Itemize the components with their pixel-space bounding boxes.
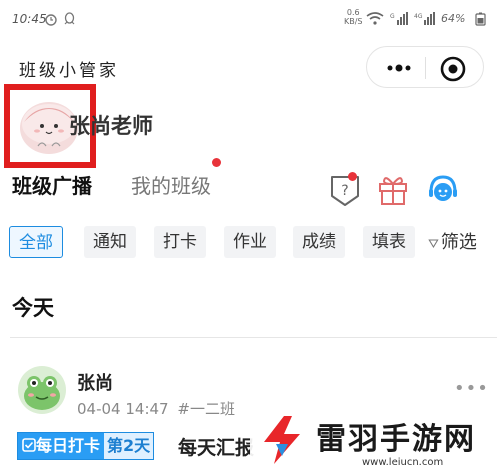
frog-avatar-illustration <box>24 376 60 410</box>
section-divider <box>10 337 497 338</box>
my-class-notification-dot <box>212 158 221 167</box>
filter-chip-form[interactable]: 填表 <box>363 226 415 258</box>
tag-day-count: 第2天 <box>104 433 154 459</box>
tab-class-broadcast[interactable]: 班级广播 <box>12 170 92 199</box>
signal-icon: G <box>390 12 408 25</box>
post-date: 04-04 14:47 <box>77 400 169 418</box>
watermark-logo-icon <box>264 416 300 464</box>
signal-4g-icon: 4G <box>414 12 435 25</box>
tag-daily-checkin: 每日打卡 <box>18 433 104 459</box>
checkbox-icon <box>22 438 36 452</box>
filter-chip-notice[interactable]: 通知 <box>84 226 136 258</box>
funnel-icon: ⛛ <box>428 237 439 252</box>
filter-chip-grades[interactable]: 成绩 <box>293 226 345 258</box>
filter-chip-checkin[interactable]: 打卡 <box>154 226 206 258</box>
post-more-icon[interactable]: ••• <box>454 378 489 399</box>
qq-icon <box>64 12 75 25</box>
mini-program-capsule <box>366 46 484 88</box>
status-bar: 10:45 0.6 KB/S G 4G 64% <box>0 0 497 40</box>
post-title[interactable]: 每天汇报 <box>178 433 254 460</box>
post-tag: 每日打卡 第2天 <box>17 432 155 460</box>
filter-chip-homework[interactable]: 作业 <box>224 226 276 258</box>
tab-my-class[interactable]: 我的班级 <box>131 170 211 199</box>
site-watermark: 雷羽手游网 www.leiucn.com <box>250 408 497 473</box>
alarm-icon <box>45 14 57 26</box>
svg-text:4G: 4G <box>414 13 423 20</box>
filter-button[interactable]: ⛛ 筛选 <box>428 228 477 254</box>
battery-percentage: 64% <box>441 12 466 25</box>
battery-icon <box>475 12 486 26</box>
svg-text:G: G <box>390 13 395 20</box>
post-class[interactable]: #一二班 <box>177 400 235 418</box>
app-title: 班级小管家 <box>19 61 119 81</box>
customer-service-icon[interactable] <box>426 172 460 208</box>
teacher-name: 张尚老师 <box>69 114 153 138</box>
watermark-url: www.leiucn.com <box>362 457 444 468</box>
post-meta: 04-04 14:47 #一二班 <box>77 398 235 419</box>
capsule-divider <box>425 57 426 79</box>
status-time: 10:45 <box>12 12 47 26</box>
wifi-icon <box>366 12 384 25</box>
filter-row: 全部 通知 打卡 作业 成绩 填表 ⛛ 筛选 <box>0 226 497 260</box>
target-close-icon[interactable] <box>439 55 467 83</box>
help-notification-dot <box>348 172 357 181</box>
gift-icon[interactable] <box>376 172 410 208</box>
more-dots-icon[interactable] <box>379 53 419 83</box>
filter-label: 筛选 <box>440 232 477 253</box>
post-author-avatar[interactable] <box>18 366 66 414</box>
filter-chip-all[interactable]: 全部 <box>9 226 63 258</box>
network-speed: 0.6 KB/S <box>344 8 363 26</box>
help-shield-label: ? <box>341 183 348 199</box>
section-title-today: 今天 <box>12 296 54 320</box>
watermark-name: 雷羽手游网 <box>316 422 476 457</box>
post-author-name: 张尚 <box>77 373 113 394</box>
